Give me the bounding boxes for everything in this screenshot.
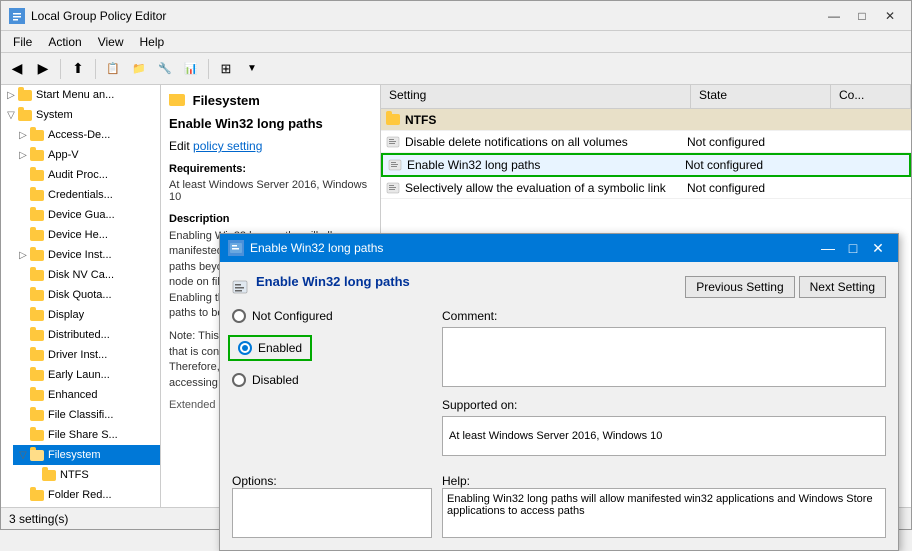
dialog-setting-name: Enable Win32 long paths: [256, 274, 410, 289]
comment-textarea[interactable]: [442, 327, 886, 387]
dialog-options-left: Not Configured Enabled: [232, 309, 432, 456]
help-area: Enabling Win32 long paths will allow man…: [442, 488, 886, 538]
dialog-enable-win32: Enable Win32 long paths — □ ✕: [219, 233, 899, 551]
dialog-maximize-button[interactable]: □: [841, 237, 865, 259]
dialog-overlay: Enable Win32 long paths — □ ✕: [1, 1, 911, 529]
options-label: Options:: [232, 474, 432, 488]
help-label: Help:: [442, 474, 886, 488]
enabled-box: Enabled: [228, 335, 312, 361]
dialog-close-button[interactable]: ✕: [866, 237, 890, 259]
label-disabled: Disabled: [252, 373, 299, 387]
dialog-title-controls: — □ ✕: [816, 237, 890, 259]
dialog-title-bar: Enable Win32 long paths — □ ✕: [220, 234, 898, 262]
dialog-title-icon: [228, 240, 244, 256]
dialog-body: Enable Win32 long paths Previous Setting…: [220, 262, 898, 550]
prev-setting-button[interactable]: Previous Setting: [685, 276, 794, 298]
options-column: Options:: [232, 464, 432, 538]
radio-disabled[interactable]: [232, 373, 246, 387]
radio-enabled[interactable]: [238, 341, 252, 355]
dialog-bottom-row: Options: Help: Enabling Win32 long paths…: [232, 464, 886, 538]
dialog-nav-buttons: Previous Setting Next Setting: [685, 276, 886, 298]
supported-text: At least Windows Server 2016, Windows 10: [449, 430, 662, 442]
supported-label: Supported on:: [442, 398, 886, 412]
option-disabled[interactable]: Disabled: [232, 373, 432, 387]
dialog-setting-icon: [232, 279, 248, 295]
next-setting-button[interactable]: Next Setting: [799, 276, 886, 298]
help-text: Enabling Win32 long paths will allow man…: [447, 493, 873, 517]
label-not-configured: Not Configured: [252, 309, 333, 323]
options-area: [232, 488, 432, 538]
dialog-main-content: Not Configured Enabled: [232, 309, 886, 456]
option-enabled-wrapper: Enabled: [232, 335, 432, 361]
option-enabled[interactable]: Enabled: [238, 341, 302, 355]
help-column: Help: Enabling Win32 long paths will all…: [442, 464, 886, 538]
label-enabled: Enabled: [258, 341, 302, 355]
comment-label: Comment:: [442, 309, 886, 323]
supported-box: At least Windows Server 2016, Windows 10: [442, 416, 886, 456]
radio-not-configured[interactable]: [232, 309, 246, 323]
main-window: Local Group Policy Editor — □ ✕ File Act…: [0, 0, 912, 530]
dialog-right-content: Comment: Supported on: At least Windows …: [442, 309, 886, 456]
dialog-title-text: Enable Win32 long paths: [250, 241, 816, 255]
option-not-configured[interactable]: Not Configured: [232, 309, 432, 323]
dialog-minimize-button[interactable]: —: [816, 237, 840, 259]
